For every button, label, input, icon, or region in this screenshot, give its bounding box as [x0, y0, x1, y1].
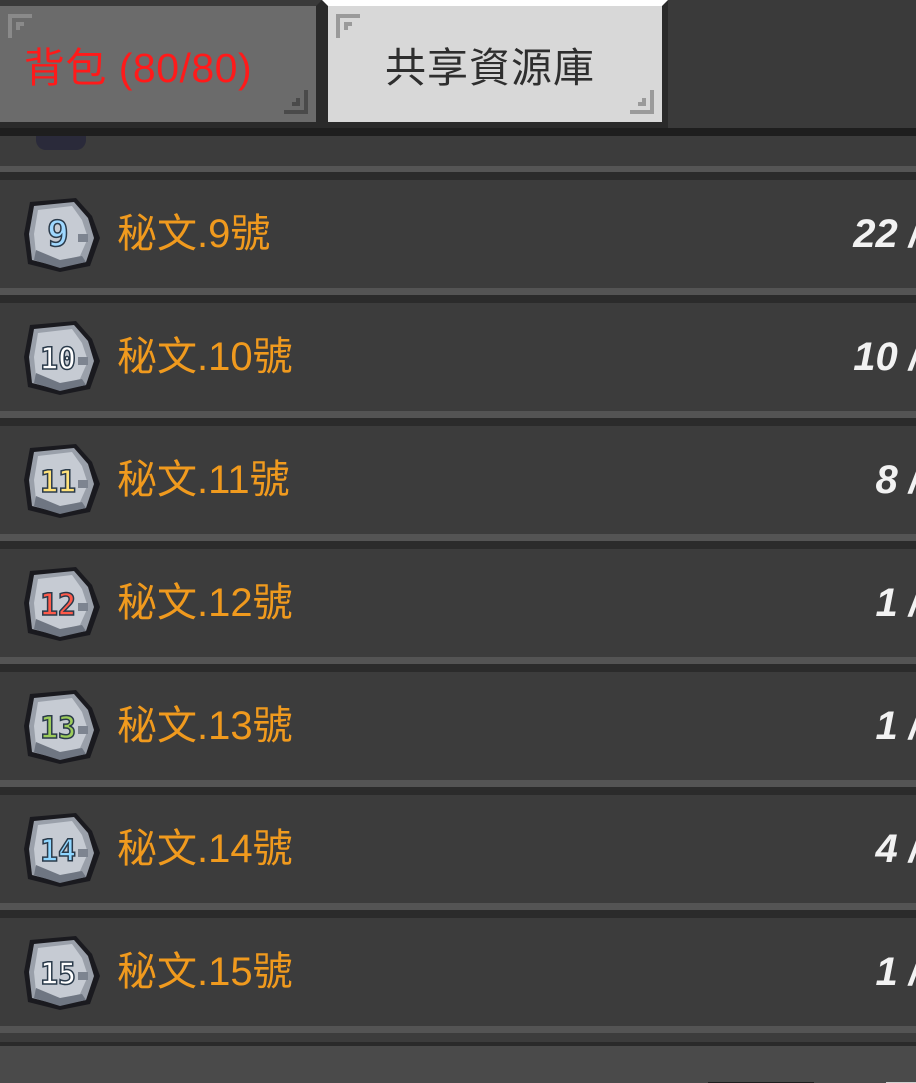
rune-stone-11-icon: 11 [24, 444, 100, 518]
rune-stone-15-icon: 15 [24, 936, 100, 1010]
row-separator [0, 787, 916, 795]
tab-backpack[interactable]: 背包 (80/80) [0, 0, 322, 128]
row-separator [0, 295, 916, 303]
item-name: 秘文.10號 [117, 335, 293, 379]
rune-numeral: 13 [40, 711, 76, 746]
rune-numeral: 12 [40, 588, 76, 623]
item-name: 秘文.15號 [117, 950, 293, 994]
list-item[interactable]: 11 秘文.11號 8 / [0, 426, 916, 541]
list-item[interactable]: 9 秘文.9號 22 / [0, 180, 916, 295]
list-item-partial[interactable] [0, 136, 916, 172]
item-name: 秘文.9號 [117, 212, 271, 256]
list-item[interactable]: 15 秘文.15號 1 / [0, 918, 916, 1033]
rune-numeral: 11 [40, 465, 76, 500]
item-count: 1 / [875, 950, 916, 994]
list-item[interactable]: 10 秘文.10號 10 / [0, 303, 916, 418]
rune-stone-14-icon: 14 [24, 813, 100, 887]
rune-numeral: 14 [40, 834, 76, 869]
item-name: 秘文.14號 [117, 827, 293, 871]
item-name: 秘文.12號 [117, 581, 293, 625]
tab-bar-filler [668, 0, 916, 136]
bottom-bar [0, 1042, 916, 1083]
row-separator [0, 172, 916, 180]
row-separator [0, 664, 916, 672]
rune-numeral: 9 [47, 214, 69, 255]
list-item[interactable]: 13 秘文.13號 1 / [0, 672, 916, 787]
item-count: 1 / [875, 704, 916, 748]
tab-corner-decoration-icon [630, 90, 654, 114]
inventory-screen: 背包 (80/80) 共享資源庫 9 秘文.9號 22 / 10 秘文.10號 … [0, 0, 916, 1083]
rune-stone-10-icon: 10 [24, 321, 100, 395]
item-name: 秘文.11號 [117, 458, 290, 502]
tab-bar: 背包 (80/80) 共享資源庫 [0, 0, 916, 136]
list-item[interactable]: 14 秘文.14號 4 / [0, 795, 916, 910]
tab-corner-decoration-icon [284, 90, 308, 114]
list-item[interactable]: 12 秘文.12號 1 / [0, 549, 916, 664]
item-count: 8 / [875, 458, 916, 502]
item-count: 10 / [853, 335, 916, 379]
tab-corner-decoration-icon [8, 14, 32, 38]
item-count: 1 / [875, 581, 916, 625]
item-count: 4 / [875, 827, 916, 871]
rune-stone-9-icon: 9 [24, 198, 100, 272]
rune-numeral: 10 [40, 342, 76, 377]
tab-shared-storage-label: 共享資源庫 [385, 45, 595, 91]
item-count: 22 / [853, 212, 916, 256]
row-separator [0, 541, 916, 549]
row-separator [0, 418, 916, 426]
item-name: 秘文.13號 [117, 704, 293, 748]
rune-stone-13-icon: 13 [24, 690, 100, 764]
rune-numeral: 15 [40, 957, 76, 992]
rune-stone-partial-icon [36, 136, 86, 150]
tab-bar-divider [0, 128, 916, 136]
tab-corner-decoration-icon [336, 14, 360, 38]
tab-shared-storage[interactable]: 共享資源庫 [322, 0, 668, 128]
tab-backpack-label: 背包 (80/80) [23, 45, 253, 91]
rune-stone-12-icon: 12 [24, 567, 100, 641]
row-separator [0, 910, 916, 918]
